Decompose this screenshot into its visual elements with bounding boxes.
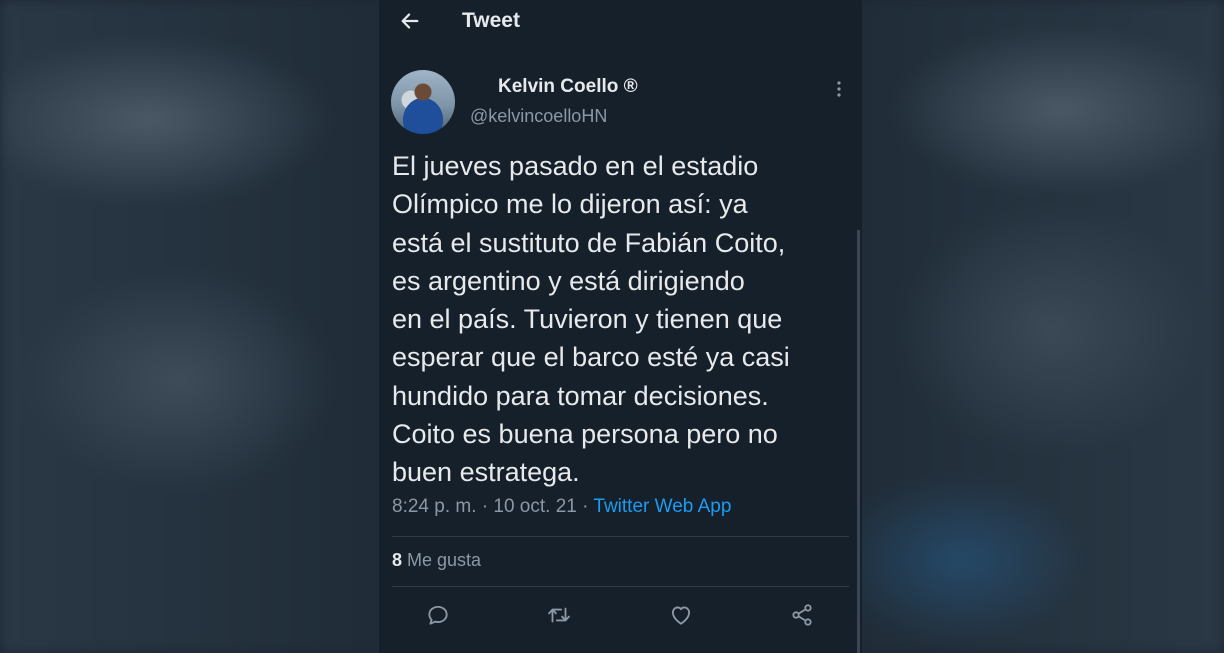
tweet-time[interactable]: 8:24 p. m.: [392, 496, 477, 517]
tweet-text: El jueves pasado en el estadio Olímpico …: [392, 151, 790, 488]
tweet-panel: Tweet Kelvin Coello ® @kelvincoelloHN El…: [379, 0, 862, 653]
more-options-icon[interactable]: [832, 79, 846, 99]
divider: [392, 536, 849, 537]
likes-count: 8: [392, 550, 403, 570]
arrow-left-icon[interactable]: [399, 10, 421, 32]
author-handle[interactable]: @kelvincoelloHN: [470, 106, 607, 127]
like-icon[interactable]: [668, 602, 694, 628]
page-header: Tweet: [379, 0, 862, 48]
retweet-icon[interactable]: [546, 602, 572, 628]
tweet-source-link[interactable]: Twitter Web App: [593, 496, 731, 517]
author-display-name[interactable]: Kelvin Coello ®: [498, 76, 638, 98]
page-title: Tweet: [462, 9, 520, 32]
tweet-meta: 8:24 p. m. · 10 oct. 21 · Twitter Web Ap…: [392, 496, 731, 518]
avatar[interactable]: [391, 70, 455, 134]
divider: [392, 586, 849, 587]
tweet-date[interactable]: 10 oct. 21: [493, 496, 576, 517]
likes-label: Me gusta: [402, 550, 482, 570]
meta-separator: ·: [576, 496, 594, 517]
reply-icon[interactable]: [425, 602, 451, 628]
likes-stat[interactable]: 8 Me gusta: [392, 550, 481, 571]
share-icon[interactable]: [789, 602, 815, 628]
scrollbar[interactable]: [857, 230, 860, 653]
meta-separator: ·: [476, 496, 494, 517]
